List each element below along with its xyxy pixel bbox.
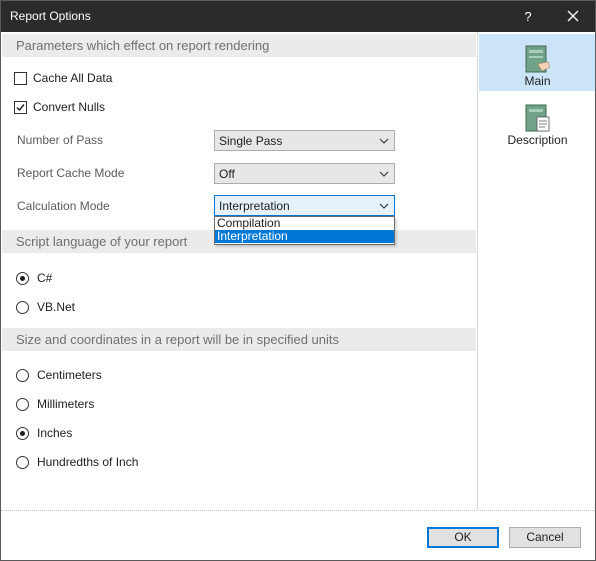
radio-millimeters[interactable]: Millimeters <box>14 396 94 412</box>
checkbox-box[interactable] <box>14 100 27 114</box>
radio-inches[interactable]: Inches <box>14 425 72 441</box>
radio-label: C# <box>37 271 53 285</box>
nav-label: Description <box>507 133 568 147</box>
calculation-mode-select[interactable]: Interpretation <box>214 195 395 216</box>
nav-label: Main <box>524 74 551 88</box>
number-of-pass-select[interactable]: Single Pass <box>214 130 395 151</box>
description-page-icon <box>525 104 549 132</box>
checkbox-box[interactable] <box>14 71 27 85</box>
select-value: Off <box>219 167 235 181</box>
radio-csharp[interactable]: C# <box>14 270 52 286</box>
radio-label: Inches <box>37 426 73 440</box>
chevron-down-icon <box>379 203 389 209</box>
convert-nulls-checkbox[interactable]: Convert Nulls <box>14 99 105 115</box>
radio-label: Hundredths of Inch <box>37 455 139 469</box>
radio-vbnet[interactable]: VB.Net <box>14 299 75 315</box>
cancel-button[interactable]: Cancel <box>509 527 581 548</box>
checkmark-icon <box>16 103 25 111</box>
report-cache-mode-select[interactable]: Off <box>214 163 395 184</box>
radio-button[interactable] <box>16 455 29 469</box>
radio-centimeters[interactable]: Centimeters <box>14 367 102 383</box>
checkbox-label: Cache All Data <box>33 71 113 85</box>
help-button[interactable]: ? <box>517 1 539 32</box>
nav-item-description[interactable]: Description <box>479 101 595 151</box>
section-header-rendering: Parameters which effect on report render… <box>2 34 476 57</box>
radio-label: VB.Net <box>37 300 76 314</box>
radio-button[interactable] <box>16 368 29 382</box>
window-title: Report Options <box>10 9 91 23</box>
title-bar: Report Options ? <box>1 1 595 32</box>
close-button[interactable] <box>559 1 587 32</box>
dialog-footer: OK Cancel <box>1 510 595 560</box>
radio-button[interactable] <box>16 397 29 411</box>
options-content: Parameters which effect on report render… <box>1 32 477 510</box>
ok-button[interactable]: OK <box>427 527 499 548</box>
nav-item-main[interactable]: Main <box>479 34 595 91</box>
radio-label: Millimeters <box>37 397 95 411</box>
radio-dot <box>20 275 25 281</box>
chevron-down-icon <box>379 171 389 177</box>
radio-hundredths-of-inch[interactable]: Hundredths of Inch <box>14 454 138 470</box>
calculation-mode-dropdown-list: Compilation Interpretation <box>214 216 395 245</box>
main-page-icon <box>525 45 550 73</box>
select-value: Single Pass <box>219 134 283 148</box>
radio-button[interactable] <box>16 426 29 440</box>
report-cache-mode-label: Report Cache Mode <box>17 166 125 180</box>
number-of-pass-label: Number of Pass <box>17 133 104 147</box>
radio-button[interactable] <box>16 300 29 314</box>
cache-all-data-checkbox[interactable]: Cache All Data <box>14 70 112 86</box>
calculation-mode-label: Calculation Mode <box>17 199 110 213</box>
chevron-down-icon <box>379 138 389 144</box>
close-icon <box>567 10 579 22</box>
report-options-dialog: Report Options ? Parameters which effect… <box>0 0 596 561</box>
section-header-units: Size and coordinates in a report will be… <box>2 328 476 351</box>
select-value: Interpretation <box>219 199 290 213</box>
radio-dot <box>20 430 25 436</box>
dropdown-option-interpretation[interactable]: Interpretation <box>215 230 394 243</box>
radio-button[interactable] <box>16 271 29 285</box>
radio-label: Centimeters <box>37 368 102 382</box>
checkbox-label: Convert Nulls <box>33 100 106 114</box>
